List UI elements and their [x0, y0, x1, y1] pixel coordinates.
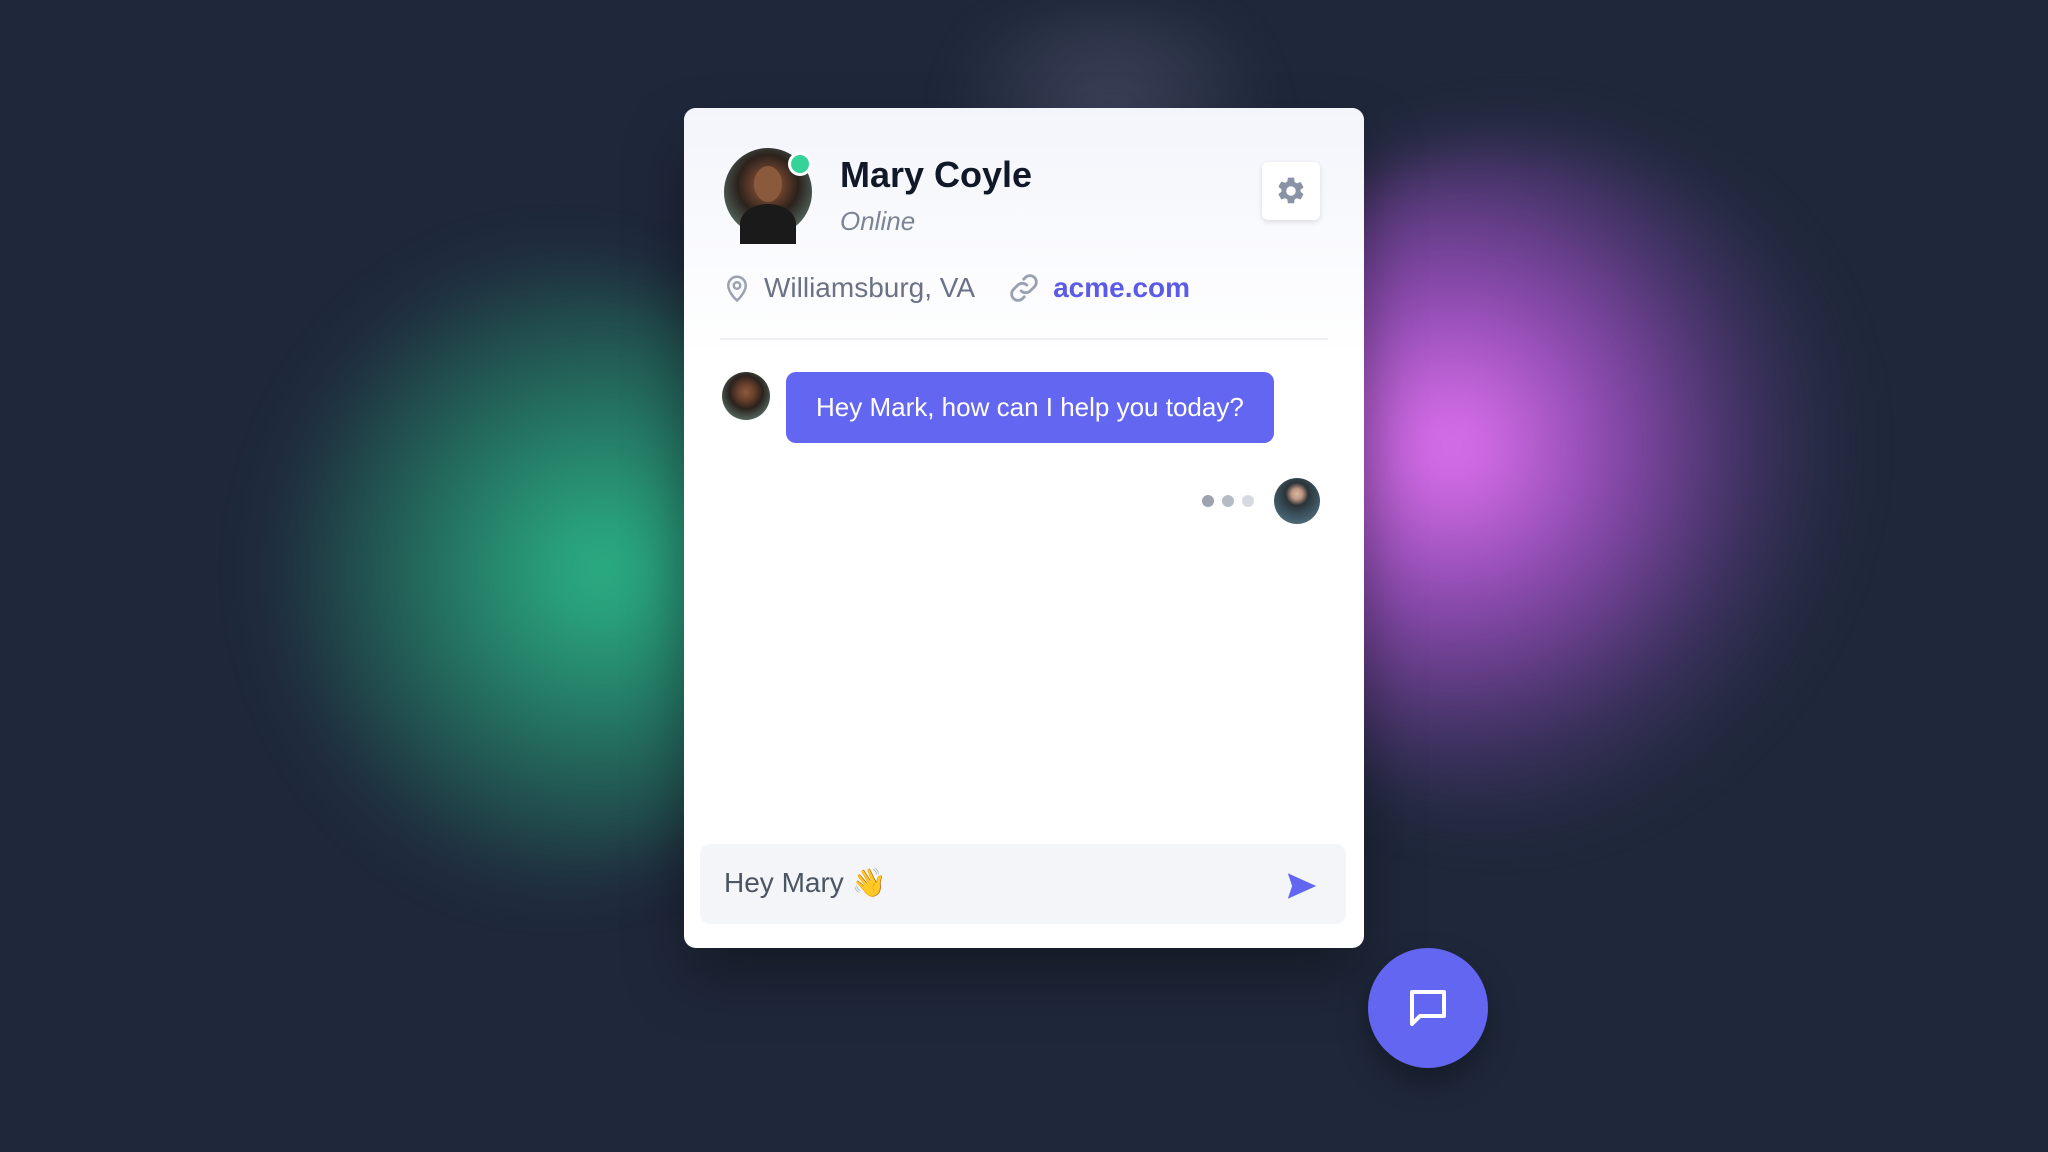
chat-widget: Mary Coyle Online Williamsburg, VA acme.… [684, 108, 1364, 948]
website-link[interactable]: acme.com [1053, 272, 1190, 304]
send-icon [1287, 873, 1317, 899]
website[interactable]: acme.com [1007, 271, 1190, 305]
typing-indicator [1202, 478, 1320, 524]
header-divider [720, 338, 1328, 340]
gear-icon [1278, 177, 1304, 204]
message-avatar [722, 372, 770, 420]
location-pin-icon [726, 275, 748, 303]
chat-launcher-button[interactable] [1368, 948, 1488, 1068]
typing-dot [1202, 495, 1214, 507]
message-composer[interactable]: Hey Mary 👋 [700, 844, 1346, 924]
send-button[interactable] [1284, 868, 1320, 904]
chat-header: Mary Coyle Online Williamsburg, VA acme.… [684, 108, 1364, 358]
link-icon [1010, 274, 1038, 302]
message-bubble: Hey Mark, how can I help you today? [786, 372, 1274, 443]
chat-bubble-icon [1410, 990, 1446, 1026]
stage: Mary Coyle Online Williamsburg, VA acme.… [0, 0, 2048, 1152]
typing-dot [1222, 495, 1234, 507]
location-text: Williamsburg, VA [764, 272, 976, 303]
user-avatar [1274, 478, 1320, 524]
message-row: Hey Mark, how can I help you today? [722, 372, 1274, 443]
message-input[interactable]: Hey Mary 👋 [724, 866, 886, 899]
typing-dot [1242, 495, 1254, 507]
settings-button[interactable] [1262, 162, 1320, 220]
contact-status: Online [840, 206, 916, 236]
location: Williamsburg, VA [722, 271, 975, 305]
contact-name: Mary Coyle [840, 154, 1033, 195]
contact-meta: Williamsburg, VA acme.com [722, 268, 1222, 308]
online-status-dot [788, 152, 812, 176]
